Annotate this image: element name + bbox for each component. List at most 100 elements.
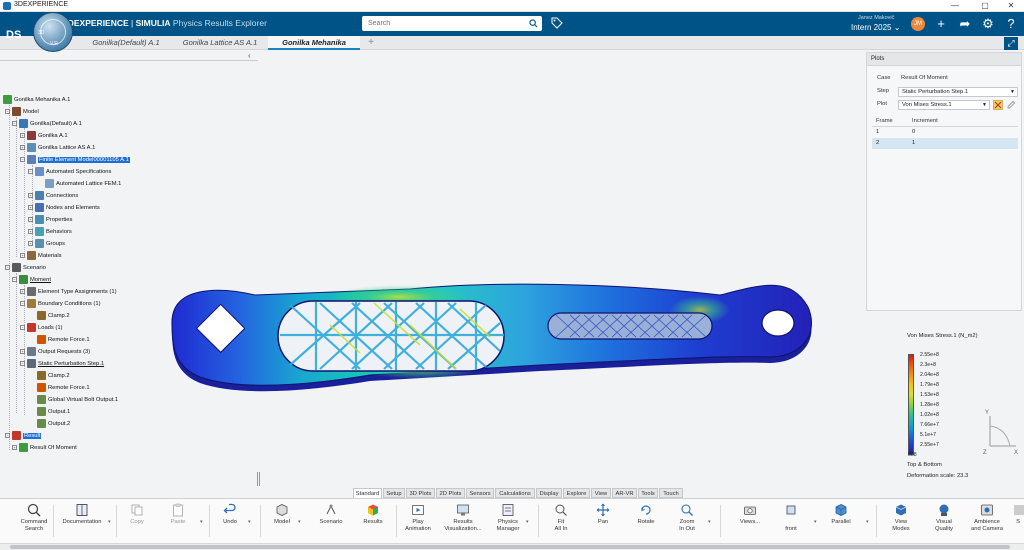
- tree-item-element-type-assignments[interactable]: + Element Type Assignments (1): [20, 287, 117, 298]
- minimize-button[interactable]: —: [942, 0, 968, 12]
- tree-item-automated-lattice-fem[interactable]: Automated Lattice FEM.1: [45, 179, 121, 190]
- tab-calculations[interactable]: Calculations: [495, 488, 535, 498]
- tree-item-gonilka-default[interactable]: − Gonilka(Default) A.1: [12, 119, 82, 130]
- plot-settings-icon[interactable]: [993, 100, 1003, 110]
- tree-item-static-perturbation-step[interactable]: − Static Perturbation Step.1: [20, 359, 104, 370]
- tree-item-output-1[interactable]: Output.1: [37, 407, 70, 418]
- tree-item-model[interactable]: − Model: [5, 107, 39, 118]
- undo-button[interactable]: Undo: [216, 503, 244, 543]
- tab-3d-plots[interactable]: 3D Plots: [406, 488, 435, 498]
- help-icon[interactable]: ?: [1003, 16, 1019, 32]
- documentation-button[interactable]: Documentation: [58, 503, 106, 543]
- close-button[interactable]: ✕: [998, 0, 1024, 12]
- table-row[interactable]: 2 1: [872, 138, 1018, 149]
- dassault-logo-icon[interactable]: DS: [6, 29, 21, 41]
- compass-widget[interactable]: 3D V,R: [33, 12, 73, 52]
- collapse-panel-icon[interactable]: ‹: [248, 51, 256, 61]
- rotate-button[interactable]: Rotate: [632, 503, 660, 543]
- results-visualization-button[interactable]: Results Visualization...: [443, 503, 483, 543]
- tree-item-behaviors[interactable]: + Behaviors: [28, 227, 72, 238]
- copy-button[interactable]: Copy: [124, 503, 150, 543]
- front-view-button[interactable]: front: [776, 503, 806, 543]
- action-bar-scrollbar[interactable]: [0, 543, 1024, 550]
- parallel-button[interactable]: Parallel: [826, 503, 856, 543]
- add-icon[interactable]: +: [933, 16, 949, 32]
- apps-icon[interactable]: ⚙: [980, 16, 996, 32]
- paste-button[interactable]: Paste: [165, 503, 191, 543]
- tree-item-groups[interactable]: + Groups: [28, 239, 65, 250]
- color-scale-bar: [908, 354, 914, 455]
- tree-item-properties[interactable]: + Properties: [28, 215, 72, 226]
- tree-item-remote-force-load[interactable]: Remote Force.1: [37, 335, 90, 346]
- axis-x-label: X: [1014, 450, 1018, 456]
- fit-all-icon: [555, 504, 567, 516]
- plot-select[interactable]: Von Mises Stress.1 ▼: [898, 100, 990, 110]
- fit-all-in-button[interactable]: Fit All In: [548, 503, 574, 543]
- command-search-button[interactable]: Command Search: [18, 503, 50, 543]
- tree-item-moment[interactable]: − Moment: [12, 275, 51, 286]
- tab-touch[interactable]: Touch: [659, 488, 683, 498]
- tree-item-result-of-moment[interactable]: + Result Of Moment: [12, 443, 77, 454]
- tree-item-root[interactable]: Gonilka Mehanika A.1: [3, 95, 70, 106]
- maximize-button[interactable]: ▢: [972, 0, 998, 12]
- tree-item-scenario[interactable]: − Scenario: [5, 263, 46, 274]
- tab-standard[interactable]: Standard: [353, 488, 382, 498]
- tree-item-loads[interactable]: − Loads (1): [20, 323, 63, 334]
- tab-setup[interactable]: Setup: [383, 488, 405, 498]
- tab-display[interactable]: Display: [536, 488, 562, 498]
- tab-ar-vr[interactable]: AR-VR: [612, 488, 637, 498]
- more-actions-button[interactable]: S: [1012, 503, 1024, 543]
- search-input[interactable]: [362, 16, 512, 31]
- tree-item-materials[interactable]: + Materials: [20, 251, 62, 262]
- search-box[interactable]: [362, 16, 542, 31]
- wrench-model[interactable]: [160, 265, 820, 395]
- tab-explore[interactable]: Explore: [563, 488, 590, 498]
- tree-item-gonilka-lattice[interactable]: + Gonilka Lattice AS A.1: [20, 143, 95, 154]
- table-row[interactable]: 1 0: [872, 127, 1018, 138]
- tab-gonilka-mehanika[interactable]: Gonilka Mehanika: [268, 36, 360, 50]
- tab-2d-plots[interactable]: 2D Plots: [436, 488, 465, 498]
- panel-splitter[interactable]: [257, 472, 260, 486]
- tree-item-output-requests[interactable]: + Output Requests (3): [20, 347, 90, 358]
- step-select[interactable]: Static Perturbation Step.1 ▼: [898, 87, 1018, 97]
- tree-item-automated-specifications[interactable]: − Automated Specifications: [28, 167, 111, 178]
- pan-button[interactable]: Pan: [590, 503, 616, 543]
- avatar[interactable]: JM: [911, 17, 925, 31]
- model-button[interactable]: Model: [268, 503, 296, 543]
- add-tab-button[interactable]: +: [366, 36, 376, 50]
- views-button[interactable]: Views...: [736, 503, 764, 543]
- tab-view[interactable]: View: [591, 488, 611, 498]
- tab-gonilka-default[interactable]: Gonilka(Default) A.1: [84, 36, 168, 50]
- tab-gonilka-lattice[interactable]: Gonilka Lattice AS A.1: [176, 36, 264, 50]
- tree-item-result[interactable]: − Result: [5, 431, 42, 442]
- user-role-dropdown[interactable]: Intern 2025 ⌄: [851, 23, 900, 32]
- play-animation-button[interactable]: Play Animation: [402, 503, 434, 543]
- scenario-button[interactable]: Scenario: [316, 503, 346, 543]
- tab-sensors[interactable]: Sensors: [466, 488, 494, 498]
- pan-icon: [596, 503, 610, 517]
- zoom-in-out-button[interactable]: Zoom In Out: [672, 503, 702, 543]
- tree-item-gonilka[interactable]: + Gonilka A.1: [20, 131, 68, 142]
- results-button[interactable]: Results: [358, 503, 388, 543]
- tree-item-boundary-conditions[interactable]: − Boundary Conditions (1): [20, 299, 101, 310]
- view-modes-button[interactable]: View Modes: [886, 503, 916, 543]
- tree-item-global-virtual-bolt-output[interactable]: Global Virtual Bolt Output.1: [37, 395, 118, 406]
- ambience-camera-button[interactable]: Ambience and Camera: [968, 503, 1006, 543]
- edit-icon[interactable]: [1006, 100, 1016, 110]
- tree-item-nodes-elements[interactable]: + Nodes and Elements: [28, 203, 100, 214]
- tree-item-finite-element-model[interactable]: − Finite Element Model00001105 A.1: [20, 155, 130, 166]
- tree-item-clamp-bc[interactable]: Clamp.2: [37, 311, 70, 322]
- tab-tools[interactable]: Tools: [638, 488, 658, 498]
- axis-triad[interactable]: Y X Z: [980, 404, 1020, 456]
- physics-manager-button[interactable]: Physics Manager: [492, 503, 524, 543]
- tree-item-clamp-step[interactable]: Clamp.2: [37, 371, 70, 382]
- share-icon[interactable]: ➦: [957, 16, 973, 32]
- tree-item-output-2[interactable]: Output.2: [37, 419, 70, 430]
- tree-item-connections[interactable]: + Connections: [28, 191, 78, 202]
- tree-item-remote-force-step[interactable]: Remote Force.1: [37, 383, 90, 394]
- copy-icon: [131, 504, 143, 516]
- search-icon[interactable]: [529, 19, 538, 28]
- tag-icon[interactable]: [551, 17, 563, 29]
- visual-quality-button[interactable]: Visual Quality: [928, 503, 960, 543]
- fullscreen-icon[interactable]: ⤢: [1004, 37, 1018, 50]
